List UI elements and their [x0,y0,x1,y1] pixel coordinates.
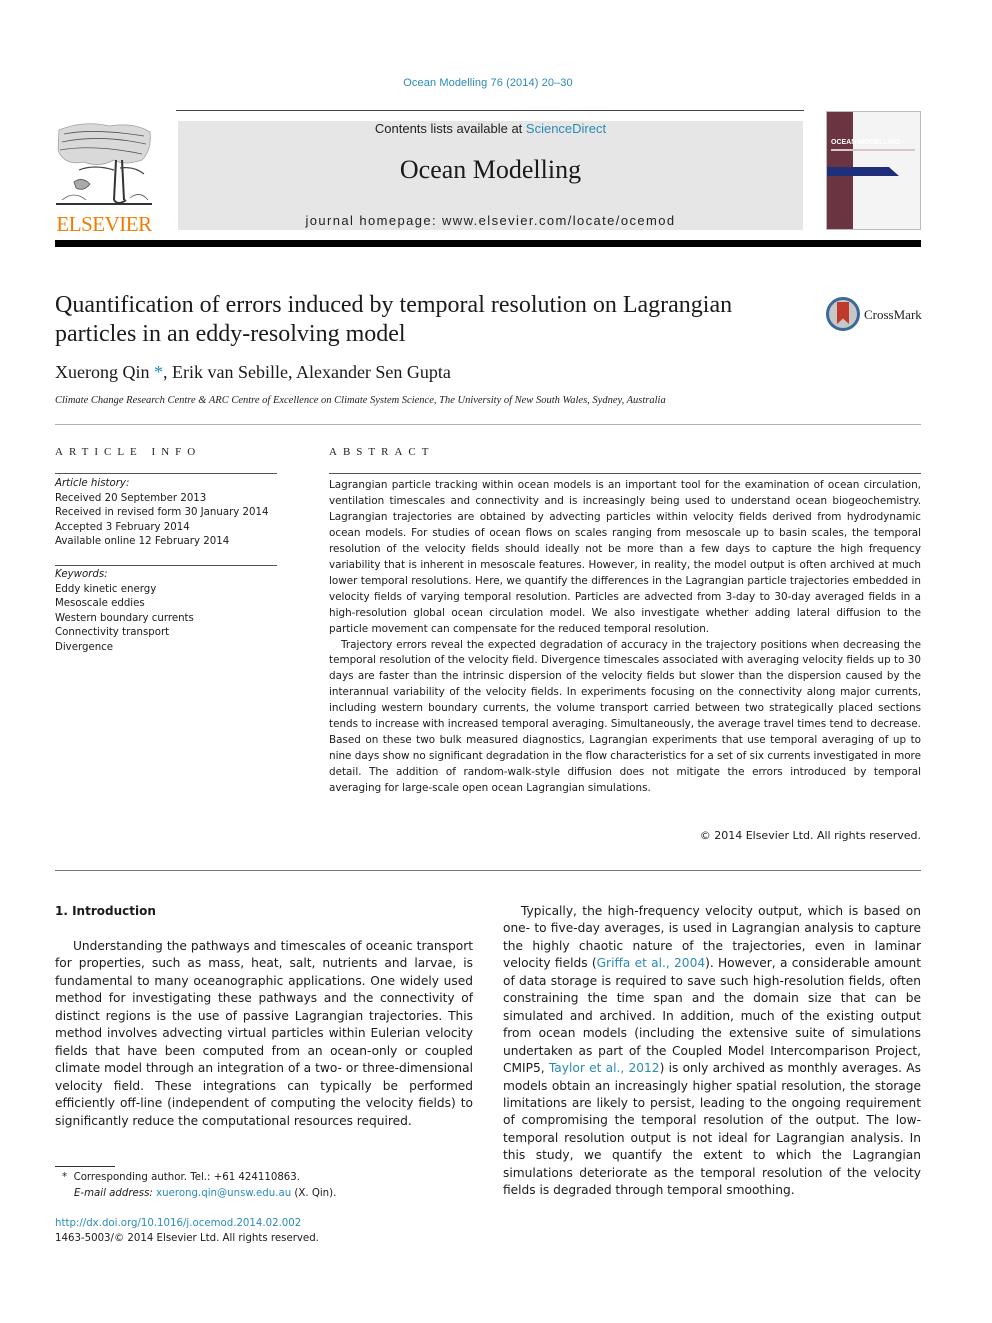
article-title: Quantification of errors induced by temp… [55,292,733,347]
abstract-heading: ABSTRACT [329,446,435,458]
author-names-rest: , Erik van Sebille, Alexander Sen Gupta [162,362,451,382]
abstract-body: Lagrangian particle tracking within ocea… [329,478,921,797]
keywords-label: Keywords: [55,569,108,580]
abstract-paragraph: Trajectory errors reveal the expected de… [329,638,921,795]
divider [329,473,921,474]
cover-url-line [831,149,915,151]
keywords-list: Keywords: Eddy kinetic energy Mesoscale … [55,568,280,655]
abstract-paragraph: Lagrangian particle tracking within ocea… [329,479,921,635]
citation-link[interactable]: Griffa et al., 2004 [597,956,705,970]
email-link[interactable]: xuerong.qin@unsw.edu.au [156,1188,291,1199]
footnote-email: E-mail address: xuerong.qin@unsw.edu.au … [62,1186,482,1202]
issn-line: 1463-5003/© 2014 Elsevier Ltd. All right… [55,1233,319,1244]
doi-block: http://dx.doi.org/10.1016/j.ocemod.2014.… [55,1216,475,1246]
divider [55,424,921,425]
keyword-item: Western boundary currents [55,612,194,624]
author-affiliation: Climate Change Research Centre & ARC Cen… [55,395,666,406]
sciencedirect-link[interactable]: ScienceDirect [526,121,606,136]
keyword-item: Connectivity transport [55,627,170,638]
journal-homepage[interactable]: journal homepage: www.elsevier.com/locat… [178,213,803,228]
journal-title: Ocean Modelling [399,155,582,184]
article-info-heading: ARTICLE INFO [55,446,202,458]
corresponding-author-marker[interactable]: * [154,362,163,382]
body-paragraph: Understanding the pathways and timescale… [55,939,473,1128]
body-paragraph: Typically, the high-frequency velocity o… [503,903,921,1200]
history-item: Received 20 September 2013 [55,492,207,504]
abstract-copyright: © 2014 Elsevier Ltd. All rights reserved… [699,829,921,842]
crossmark-icon [826,297,860,331]
divider [55,565,277,566]
journal-reference-link[interactable]: Ocean Modelling 76 (2014) 20–30 [0,77,976,89]
article-history: Article history: Received 20 September 2… [55,477,280,550]
cover-title: OCEAN MODELLING [831,139,901,146]
paragraph-text: ) is only archived as monthly averages. … [503,1061,921,1198]
citation-link[interactable]: Taylor et al., 2012 [549,1061,660,1075]
paragraph-text: ). However, a considerable amount of dat… [503,956,921,1076]
email-label: E-mail address: [74,1188,157,1199]
footnote-rule [55,1166,115,1167]
cover-bar [827,167,899,176]
history-item: Accepted 3 February 2014 [55,521,190,533]
history-item: Available online 12 February 2014 [55,536,230,547]
divider [55,870,921,871]
tree-icon [56,123,152,205]
elsevier-wordmark: ELSEVIER [56,212,152,236]
footnote-marker: * [62,1172,68,1183]
history-item: Received in revised form 30 January 2014 [55,507,269,518]
divider [55,473,277,474]
contents-prefix: Contents lists available at [374,121,526,136]
header-top-rule [176,110,804,111]
crossmark-button[interactable]: CrossMark [826,297,926,333]
header-thick-rule [55,240,921,247]
keyword-item: Divergence [55,641,114,653]
footnote-text: Corresponding author. Tel.: +61 42411086… [73,1172,301,1183]
crossmark-label: CrossMark [864,307,922,322]
author-name: Xuerong Qin [55,362,150,382]
section-heading-introduction: 1. Introduction [55,904,156,918]
journal-cover-thumbnail[interactable]: OCEAN MODELLING [826,111,921,230]
email-suffix: (X. Qin). [291,1188,337,1199]
keyword-item: Eddy kinetic energy [55,583,157,595]
author-list: Xuerong Qin *, Erik van Sebille, Alexand… [55,362,451,383]
doi-link[interactable]: http://dx.doi.org/10.1016/j.ocemod.2014.… [55,1216,475,1231]
keyword-item: Mesoscale eddies [55,598,145,609]
contents-availability: Contents lists available at ScienceDirec… [178,121,803,136]
footnotes: * Corresponding author. Tel.: +61 424110… [62,1170,482,1202]
footnote-corresponding: * Corresponding author. Tel.: +61 424110… [62,1170,482,1186]
history-label: Article history: [55,478,130,489]
